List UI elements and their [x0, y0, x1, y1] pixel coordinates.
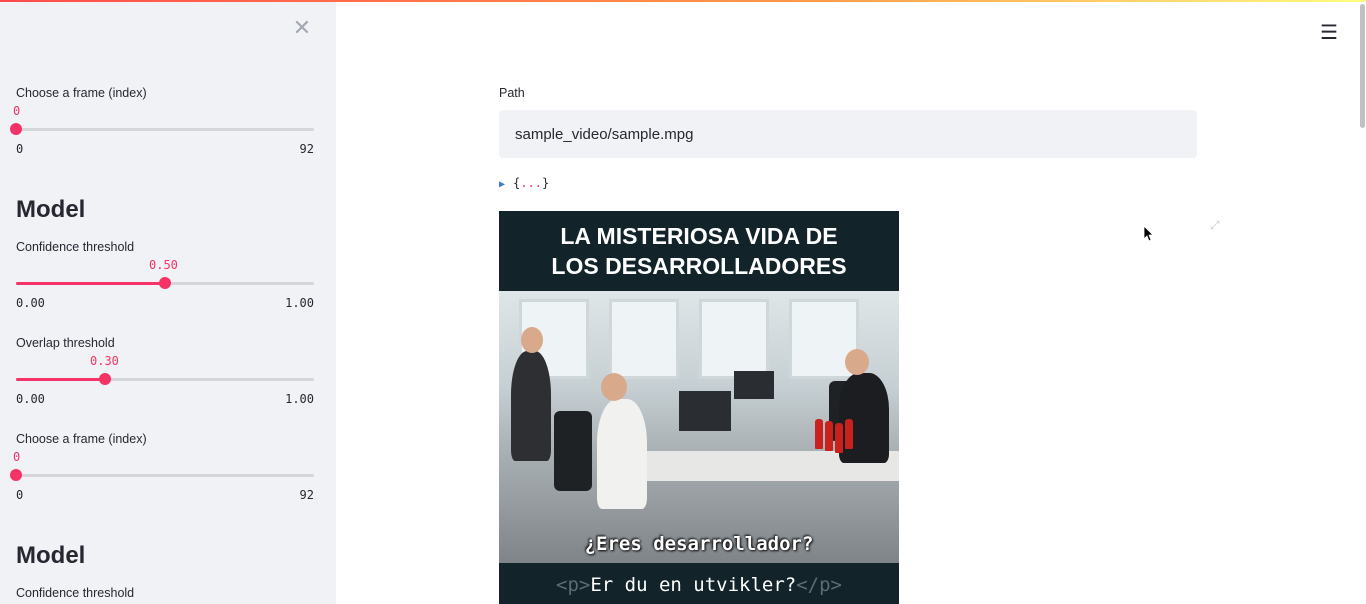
frame-index-slider: Choose a frame (index) 0 0 92: [10, 86, 314, 156]
confidence-slider-fill: [16, 282, 165, 285]
image-title-line-1: LA MISTERIOSA VIDA DE: [560, 223, 838, 249]
frame-slider-min: 0: [16, 142, 24, 156]
scrollbar[interactable]: [1358, 0, 1366, 604]
main-content: ☰ Path ▶{...} LA MISTERIOSA VIDA DE LOS …: [336, 0, 1366, 604]
frame-slider-2-min: 0: [16, 488, 24, 502]
video-frame-image: LA MISTERIOSA VIDA DE LOS DESARROLLADORE…: [499, 211, 899, 604]
frame-slider-2-thumb[interactable]: [10, 469, 22, 481]
overlap-slider-max: 1.00: [285, 392, 314, 406]
scrollbar-thumb[interactable]: [1360, 4, 1365, 128]
frame-slider-2-value: 0: [13, 450, 21, 464]
frame-slider-2-label: Choose a frame (index): [16, 432, 147, 446]
monitor-shape: [734, 371, 774, 399]
confidence-threshold-slider: Confidence threshold 0.50 0.00 1.00: [16, 240, 314, 310]
bottle-shape: [835, 423, 843, 453]
path-input[interactable]: [499, 110, 1197, 158]
frame-slider-2-max: 92: [299, 488, 314, 502]
confidence-slider-max: 1.00: [285, 296, 314, 310]
frame-slider-value: 0: [13, 104, 21, 118]
app-top-decoration: [0, 0, 1366, 2]
confidence-slider-min: 0.00: [16, 296, 45, 310]
json-close-brace: }: [541, 176, 550, 190]
overlap-slider-track[interactable]: [16, 378, 314, 381]
chair-shape: [554, 411, 592, 491]
head-shape: [845, 349, 869, 375]
person-shape: [839, 373, 889, 463]
window-shape: [699, 299, 769, 379]
overlap-slider-value: 0.30: [90, 354, 119, 368]
frame-slider-max: 92: [299, 142, 314, 156]
overlap-threshold-slider: Overlap threshold 0.30 0.00 1.00: [16, 336, 314, 406]
model-heading-2: Model: [16, 542, 86, 569]
close-icon[interactable]: ✕: [292, 17, 312, 39]
head-shape: [521, 327, 543, 353]
json-collapsed-dots: ...: [520, 176, 542, 190]
frame-slider-label: Choose a frame (index): [16, 86, 147, 100]
fullscreen-icon[interactable]: ⤢: [1210, 218, 1224, 232]
frame-slider-2-track[interactable]: [16, 474, 314, 477]
spanish-subtitle: ¿Eres desarrollador?: [584, 533, 814, 555]
subtitle-tag-open: <p>: [556, 574, 591, 596]
norwegian-subtitle: Er du en utvikler?: [590, 574, 797, 596]
bottle-shape: [815, 419, 823, 449]
json-viewer[interactable]: ▶ {...}: [499, 176, 549, 190]
person-shape: [511, 351, 551, 461]
image-title-line-2: LOS DESARROLLADORES: [551, 253, 847, 279]
overlap-slider-min: 0.00: [16, 392, 45, 406]
path-label: Path: [499, 86, 525, 100]
confidence-slider-thumb[interactable]: [159, 277, 171, 289]
image-title-banner: LA MISTERIOSA VIDA DE LOS DESARROLLADORE…: [499, 211, 899, 291]
confidence-slider-value: 0.50: [149, 258, 178, 272]
frame-index-slider-2: Choose a frame (index) 0 0 92: [10, 432, 314, 502]
overlap-slider-fill: [16, 378, 105, 381]
frame-slider-thumb[interactable]: [10, 123, 22, 135]
norwegian-subtitle-bar: <p>Er du en utvikler?</p>: [499, 563, 899, 604]
model-heading: Model: [16, 196, 86, 223]
overlap-slider-label: Overlap threshold: [16, 336, 115, 350]
hamburger-menu-icon[interactable]: ☰: [1320, 20, 1338, 45]
subtitle-tag-close: </p>: [796, 574, 842, 596]
monitor-shape: [679, 391, 731, 431]
office-scene-picture: [499, 291, 899, 563]
person-shape: [597, 399, 647, 509]
overlap-slider-thumb[interactable]: [99, 373, 111, 385]
frame-slider-track[interactable]: [16, 128, 314, 131]
confidence-slider-2-label: Confidence threshold: [16, 586, 135, 600]
bottle-shape: [825, 421, 833, 451]
window-shape: [609, 299, 679, 379]
confidence-slider-label: Confidence threshold: [16, 240, 135, 254]
bottle-shape: [845, 419, 853, 449]
head-shape: [601, 373, 627, 401]
sidebar: ✕ Choose a frame (index) 0 0 92 Model Co…: [0, 0, 336, 604]
mouse-cursor-icon: [1144, 226, 1154, 242]
expand-caret-icon[interactable]: ▶: [499, 179, 505, 190]
